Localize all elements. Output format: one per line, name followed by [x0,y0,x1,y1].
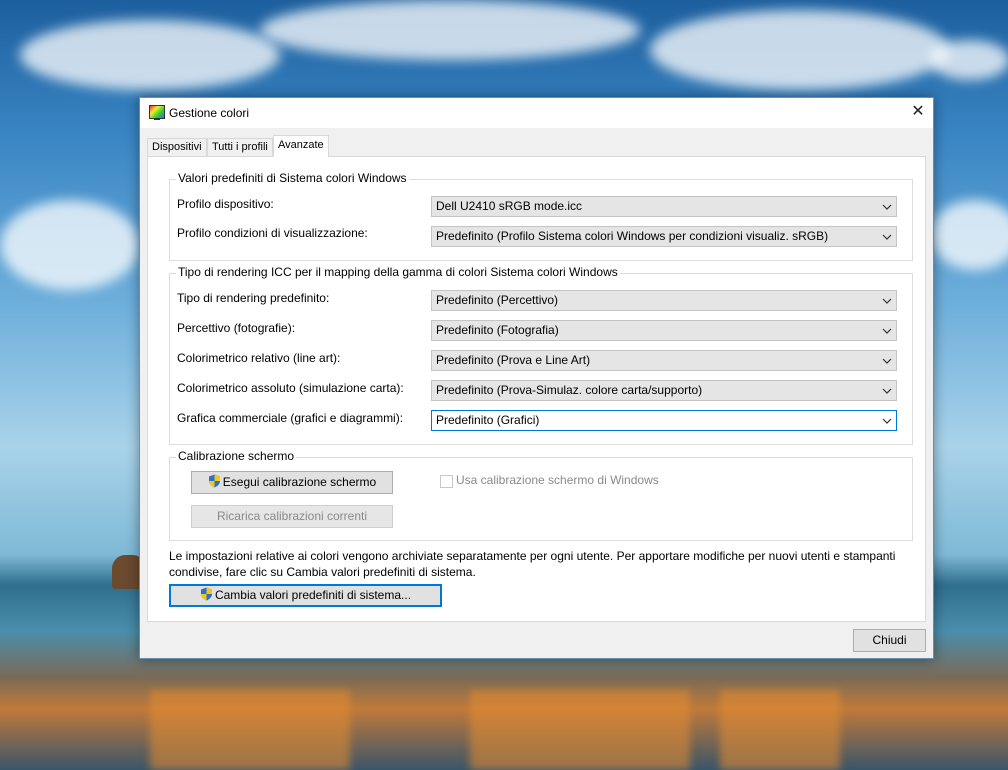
system-defaults-group: Valori predefiniti di Sistema colori Win… [169,171,913,261]
change-system-defaults-label: Cambia valori predefiniti di sistema... [214,588,412,602]
device-profile-value: Dell U2410 sRGB mode.icc [436,199,583,213]
tab-avanzate[interactable]: Avanzate [273,135,329,157]
calibrate-display-label: Esegui calibrazione schermo [222,475,377,489]
relative-colorimetric-label: Colorimetrico relativo (line art): [177,351,341,365]
display-calibration-group-title: Calibrazione schermo [176,449,297,463]
business-graphics-label: Grafica commerciale (grafici e diagrammi… [177,411,404,425]
absolute-colorimetric-label: Colorimetrico assoluto (simulazione cart… [177,381,404,395]
chevron-down-icon [882,418,892,424]
relative-colorimetric-select[interactable]: Predefinito (Prova e Line Art) [431,350,897,371]
advanced-tab-panel: Valori predefiniti di Sistema colori Win… [147,156,926,622]
display-calibration-group: Calibrazione schermo Esegui calibrazione… [169,449,913,541]
reload-calibrations-button[interactable]: Ricarica calibrazioni correnti [191,505,393,528]
color-management-dialog: Gestione colori ✕ Dispositivi Tutti i pr… [139,97,934,659]
absolute-colorimetric-select[interactable]: Predefinito (Prova-Simulaz. colore carta… [431,380,897,401]
windows-calibration-checkbox[interactable] [440,475,453,488]
color-management-monitor-icon [149,105,165,120]
perceptual-value: Predefinito (Fotografia) [436,323,559,337]
business-graphics-select[interactable]: Predefinito (Grafici) [431,410,897,431]
chevron-down-icon [882,328,892,334]
chevron-down-icon [882,234,892,240]
icc-rendering-group-title: Tipo di rendering ICC per il mapping del… [176,265,620,279]
tab-dispositivi[interactable]: Dispositivi [147,138,207,157]
absolute-colorimetric-value: Predefinito (Prova-Simulaz. colore carta… [436,383,703,397]
title-bar: Gestione colori ✕ [140,98,933,128]
viewing-conditions-select[interactable]: Predefinito (Profilo Sistema colori Wind… [431,226,897,247]
default-rendering-select[interactable]: Predefinito (Percettivo) [431,290,897,311]
window-title: Gestione colori [169,106,250,120]
viewing-conditions-value: Predefinito (Profilo Sistema colori Wind… [436,229,829,243]
chevron-down-icon [882,298,892,304]
perceptual-label: Percettivo (fotografie): [177,321,296,335]
chevron-down-icon [882,358,892,364]
viewing-conditions-label: Profilo condizioni di visualizzazione: [177,226,368,240]
business-graphics-value: Predefinito (Grafici) [436,413,540,427]
chevron-down-icon [882,204,892,210]
close-window-button[interactable]: ✕ [903,98,933,128]
icc-rendering-group: Tipo di rendering ICC per il mapping del… [169,265,913,445]
change-system-defaults-button[interactable]: Cambia valori predefiniti di sistema... [169,584,442,607]
calibrate-display-button[interactable]: Esegui calibrazione schermo [191,471,393,494]
device-profile-select[interactable]: Dell U2410 sRGB mode.icc [431,196,897,217]
default-rendering-label: Tipo di rendering predefinito: [177,291,330,305]
close-button[interactable]: Chiudi [853,629,926,652]
default-rendering-value: Predefinito (Percettivo) [436,293,559,307]
relative-colorimetric-value: Predefinito (Prova e Line Art) [436,353,591,367]
device-profile-label: Profilo dispositivo: [177,197,274,211]
uac-shield-icon [200,587,212,601]
info-text: Le impostazioni relative ai colori vengo… [169,549,896,579]
windows-calibration-label: Usa calibrazione schermo di Windows [456,473,659,487]
close-icon: ✕ [911,103,925,120]
system-defaults-group-title: Valori predefiniti di Sistema colori Win… [176,171,409,185]
perceptual-select[interactable]: Predefinito (Fotografia) [431,320,897,341]
chevron-down-icon [882,388,892,394]
tab-tutti-i-profili[interactable]: Tutti i profili [207,138,273,157]
uac-shield-icon [208,474,220,488]
